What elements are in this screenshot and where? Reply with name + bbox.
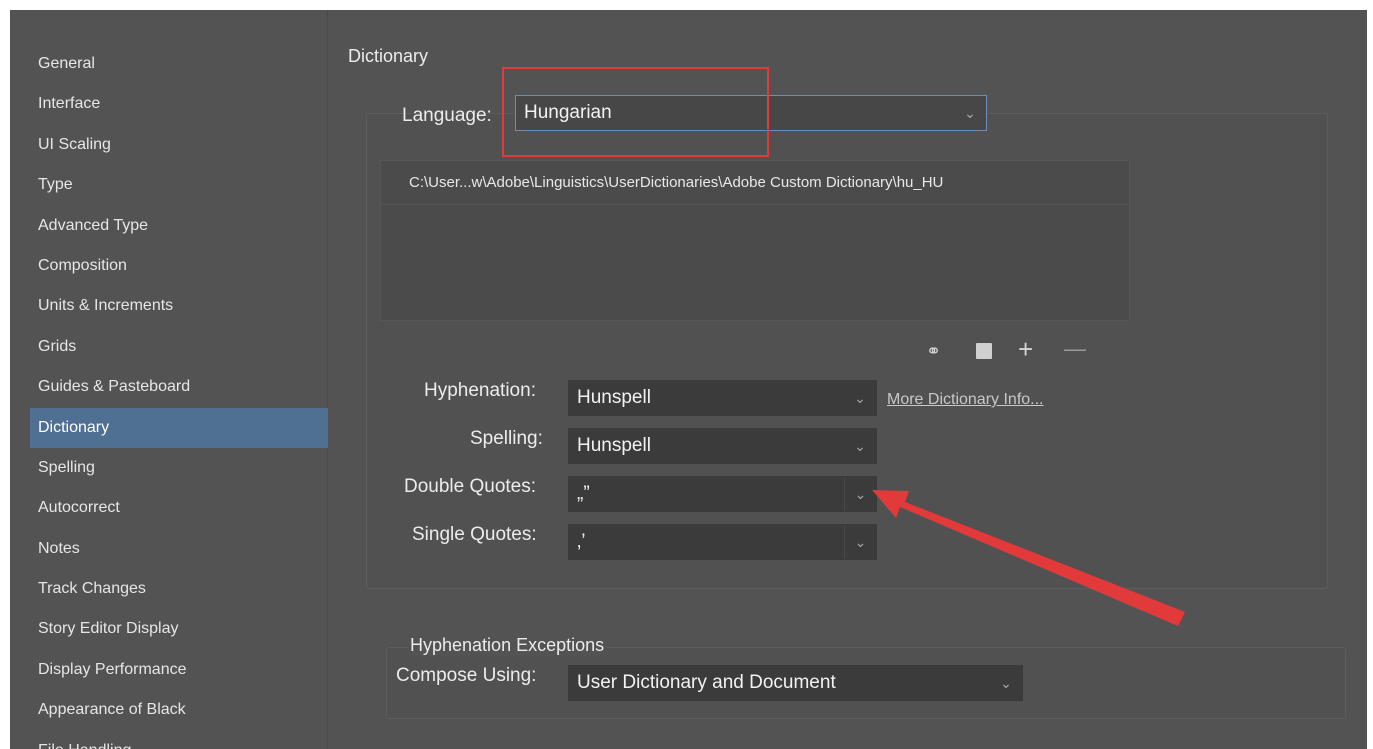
single-quotes-value: ‚’ <box>577 531 586 552</box>
sidebar-item-file-handling[interactable]: File Handling <box>30 731 328 749</box>
double-quotes-dropdown[interactable]: „” ⌄ <box>568 476 877 512</box>
dictionary-list[interactable]: C:\User...w\Adobe\Linguistics\UserDictio… <box>380 160 1130 321</box>
single-quotes-label: Single Quotes: <box>412 524 537 545</box>
compose-using-label: Compose Using: <box>396 665 537 686</box>
sidebar-item-appearance-of-black[interactable]: Appearance of Black <box>30 690 328 730</box>
remove-icon[interactable]: — <box>1064 336 1086 362</box>
sidebar-item-general[interactable]: General <box>30 44 328 84</box>
chevron-down-icon: ⌄ <box>854 390 866 406</box>
more-dictionary-info-link[interactable]: More Dictionary Info... <box>887 391 1044 409</box>
dictionary-path-row[interactable]: C:\User...w\Adobe\Linguistics\UserDictio… <box>381 161 1129 205</box>
hyphenation-label: Hyphenation: <box>424 380 536 401</box>
sidebar-item-advanced-type[interactable]: Advanced Type <box>30 206 328 246</box>
dictionary-panel: Dictionary Language: Hungarian ⌄ C:\User… <box>328 10 1367 749</box>
sidebar-item-units-increments[interactable]: Units & Increments <box>30 286 328 326</box>
sidebar-item-dictionary[interactable]: Dictionary <box>30 407 328 448</box>
hyphenation-exceptions-title: Hyphenation Exceptions <box>408 635 607 656</box>
spelling-value: Hunspell <box>577 435 651 456</box>
sidebar-item-track-changes[interactable]: Track Changes <box>30 569 328 609</box>
hyphenation-dropdown[interactable]: Hunspell ⌄ <box>568 380 877 416</box>
hyphenation-value: Hunspell <box>577 387 651 408</box>
chevron-down-icon[interactable]: ⌄ <box>844 477 876 511</box>
language-label: Language: <box>402 105 492 126</box>
sidebar-item-autocorrect[interactable]: Autocorrect <box>30 488 328 528</box>
chevron-down-icon: ⌄ <box>964 105 976 121</box>
add-icon[interactable]: + <box>1018 334 1033 365</box>
spelling-label: Spelling: <box>470 428 543 449</box>
preferences-window: General Interface UI Scaling Type Advanc… <box>10 10 1367 749</box>
sidebar-item-story-editor-display[interactable]: Story Editor Display <box>30 609 328 649</box>
sidebar-item-spelling[interactable]: Spelling <box>30 448 328 488</box>
single-quotes-dropdown[interactable]: ‚’ ⌄ <box>568 524 877 560</box>
sidebar-item-guides-pasteboard[interactable]: Guides & Pasteboard <box>30 367 328 407</box>
sidebar-item-notes[interactable]: Notes <box>30 529 328 569</box>
spelling-dropdown[interactable]: Hunspell ⌄ <box>568 428 877 464</box>
sidebar-item-grids[interactable]: Grids <box>30 327 328 367</box>
sidebar-item-type[interactable]: Type <box>30 165 328 205</box>
language-value: Hungarian <box>524 102 612 123</box>
language-dropdown[interactable]: Hungarian ⌄ <box>515 95 987 131</box>
section-title: Dictionary <box>348 46 429 66</box>
preferences-sidebar: General Interface UI Scaling Type Advanc… <box>10 10 328 749</box>
link-icon[interactable]: ⚭ <box>926 341 941 362</box>
double-quotes-value: „” <box>577 483 590 504</box>
new-dictionary-icon[interactable] <box>976 343 992 359</box>
chevron-down-icon: ⌄ <box>854 438 866 454</box>
sidebar-item-display-performance[interactable]: Display Performance <box>30 650 328 690</box>
chevron-down-icon: ⌄ <box>1000 675 1012 691</box>
compose-using-dropdown[interactable]: User Dictionary and Document ⌄ <box>568 665 1023 701</box>
sidebar-item-ui-scaling[interactable]: UI Scaling <box>30 125 328 165</box>
chevron-down-icon[interactable]: ⌄ <box>844 525 876 559</box>
sidebar-list: General Interface UI Scaling Type Advanc… <box>10 10 328 749</box>
sidebar-item-interface[interactable]: Interface <box>30 84 328 124</box>
sidebar-item-composition[interactable]: Composition <box>30 246 328 286</box>
compose-using-value: User Dictionary and Document <box>577 672 836 693</box>
double-quotes-label: Double Quotes: <box>404 476 537 497</box>
